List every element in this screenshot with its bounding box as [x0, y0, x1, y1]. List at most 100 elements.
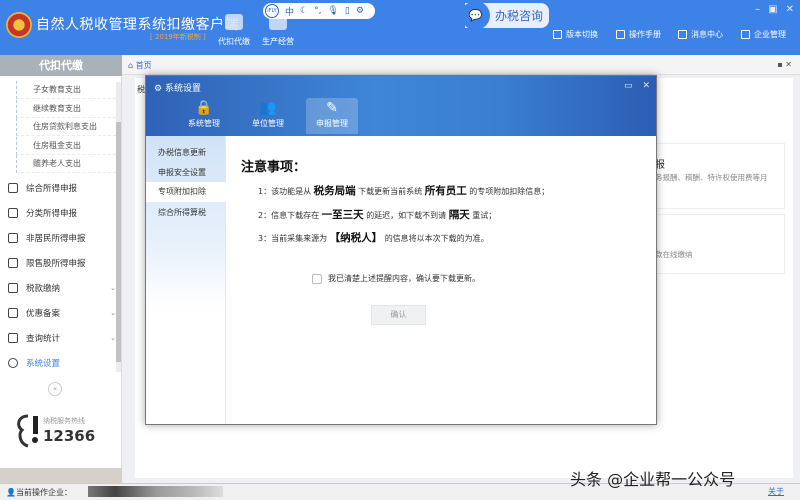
hotline-number: 12366 [43, 427, 96, 445]
nav-manual[interactable]: 操作手册 [616, 29, 661, 40]
chat-icon: 💬 [461, 1, 490, 30]
sidebar-item-label: 优惠备案 [26, 309, 61, 319]
notice-line-3: 3：当前采集来源为 【纳税人】 的信息将以本次下载的为准。 [258, 232, 489, 244]
consult-label: 办税咨询 [495, 9, 544, 23]
mail-icon [678, 30, 687, 39]
scrollbar-thumb[interactable] [116, 122, 121, 362]
tab-label: 系统管理 [188, 119, 220, 128]
notice-title: 注意事项： [241, 160, 307, 175]
restore-button[interactable]: ▣ [768, 4, 777, 15]
punct-icon[interactable]: °, [314, 6, 321, 16]
nav-label: 消息中心 [691, 30, 723, 39]
redacted-company-name [88, 486, 223, 497]
sidebar-item[interactable]: 综合所得申报 [8, 179, 116, 197]
lock-icon: 🔒 [195, 100, 213, 116]
sidebar-subitem[interactable]: 赡养老人支出 [16, 155, 116, 173]
sidebar-item[interactable]: 系统设置 [8, 354, 116, 372]
nav-tax-info-update[interactable]: 办税信息更新 [146, 143, 226, 163]
nav-security-settings[interactable]: 申报安全设置 [146, 163, 226, 183]
search-list-icon [8, 333, 18, 343]
tab-declaration-management[interactable]: ✎ 申报管理 [306, 98, 358, 134]
ifly-logo: iFLY [265, 4, 279, 18]
home-icon: ⌂ [128, 61, 136, 70]
person-icon [8, 233, 18, 243]
sidebar-item-label: 综合所得申报 [26, 184, 78, 194]
bar-chart-icon [8, 258, 18, 268]
sidebar-item[interactable]: 非居民所得申报 [8, 229, 116, 247]
watermark: 头条 @企业帮一公众号 [570, 470, 736, 489]
sidebar-header: 代扣代缴 [0, 55, 122, 76]
mic-icon[interactable]: 🎙 [327, 6, 338, 16]
close-tab-button[interactable]: ✕ [785, 60, 792, 69]
pie-icon [8, 208, 18, 218]
users-icon: 👥 [259, 100, 277, 116]
gear-icon: ⚙ [154, 84, 165, 94]
nav-label: 操作手册 [629, 30, 661, 39]
dialog-title: ⚙ 系统设置 [154, 81, 201, 94]
wallet-icon [225, 14, 243, 30]
tab-unit-management[interactable]: 👥 单位管理 [242, 98, 294, 134]
hotline-label: 纳税服务热线 [43, 417, 85, 425]
confirm-button[interactable]: 确认 [371, 305, 426, 325]
sidebar-item[interactable]: 税款缴纳 ⌄ [8, 279, 116, 297]
sidebar-scrollbar[interactable] [116, 82, 121, 372]
about-link[interactable]: 关于 [768, 486, 784, 497]
current-company-label: 当前操作企业： [15, 488, 72, 497]
nav-special-deduction[interactable]: 专项附加扣除 [146, 182, 226, 202]
dialog-restore-button[interactable]: ▭ [624, 81, 633, 91]
tab-home[interactable]: ⌂ 首页 [128, 60, 152, 71]
sidebar-subitem[interactable]: 住房租金支出 [16, 136, 116, 155]
checkbox-label[interactable]: 我已清楚上述提醒内容，确认要下载更新。 [328, 273, 480, 284]
close-button[interactable]: ✕ [786, 4, 794, 15]
dialog-close-button[interactable]: ✕ [642, 81, 650, 91]
sidebar-footer [0, 468, 122, 483]
collapse-sidebar-button[interactable]: « [48, 382, 62, 396]
nav-label: 企业管理 [754, 30, 786, 39]
lang-toggle[interactable]: 中 [285, 5, 294, 18]
nav-messages[interactable]: 消息中心 [678, 29, 723, 40]
sidebar-item[interactable]: 分类所得申报 [8, 204, 116, 222]
sidebar-item-label: 查询统计 [26, 334, 61, 344]
tab-system-management[interactable]: 🔒 系统管理 [178, 98, 230, 134]
sidebar-item-label: 限售股所得申报 [26, 259, 86, 269]
notice-line-2: 2：信息下载存在 一至三天 的延迟，如下载不到请 隔天 重试； [258, 209, 497, 221]
doc-icon [553, 30, 562, 39]
sidebar-item[interactable]: 查询统计 ⌄ [8, 329, 116, 347]
module-label: 代扣代缴 [218, 37, 250, 46]
gear-icon[interactable]: ⚙ [356, 6, 364, 16]
emblem-logo [6, 12, 32, 38]
notice-line-1: 1：该功能是从 税务局端 下载更新当前系统 所有员工 的专项附加扣除信息； [258, 185, 550, 197]
card-desc: 务报酬、稿酬、特许权使用费等月 [655, 173, 768, 182]
sidebar-subitem[interactable]: 住房贷款利息支出 [16, 118, 116, 136]
moon-icon[interactable]: ☾ [300, 6, 308, 16]
system-settings-dialog: ⚙ 系统设置 ▭ ✕ 🔒 系统管理 👥 单位管理 ✎ 申报管理 办税信息更新 申报安全设… [145, 75, 657, 425]
minimize-button[interactable]: – [755, 4, 760, 15]
consult-button[interactable]: 💬 办税咨询 [461, 1, 549, 30]
nav-version-switch[interactable]: 版本切换 [553, 29, 598, 40]
sidebar-item[interactable]: 限售股所得申报 [8, 254, 116, 272]
nav-comprehensive-tax[interactable]: 综合所得算税 [146, 203, 226, 223]
layers-icon [8, 183, 18, 193]
confirm-checkbox[interactable] [312, 274, 322, 284]
ime-toolbar[interactable]: iFLY 中 ☾ °, 🎙 ▯ ⚙ [263, 3, 375, 19]
doc-icon [8, 308, 18, 318]
sidebar-subitem[interactable]: 子女教育支出 [16, 81, 116, 99]
sidebar-item-label: 非居民所得申报 [26, 234, 86, 244]
restore-tab-button[interactable]: ▪ [777, 60, 782, 69]
sidebar-item[interactable]: 优惠备案 ⌄ [8, 304, 116, 322]
folder-icon [8, 283, 18, 293]
user-icon: 👤 [6, 488, 16, 497]
tab-label: 单位管理 [252, 119, 284, 128]
building-icon [741, 30, 750, 39]
sidebar-item-label: 税款缴纳 [26, 284, 61, 294]
hotline-headset-icon [17, 414, 38, 448]
card-desc: 款在线缴纳 [655, 250, 693, 259]
tab-label: 首页 [135, 61, 152, 70]
keyboard-icon[interactable]: ▯ [345, 6, 350, 16]
tab-bar [122, 55, 800, 75]
sidebar-subitem[interactable]: 继续教育支出 [16, 99, 116, 118]
doc-icon [616, 30, 625, 39]
nav-company[interactable]: 企业管理 [741, 29, 786, 40]
module-withholding[interactable]: 代扣代缴 [218, 14, 250, 47]
tab-controls: ▪ ✕ [777, 60, 792, 69]
